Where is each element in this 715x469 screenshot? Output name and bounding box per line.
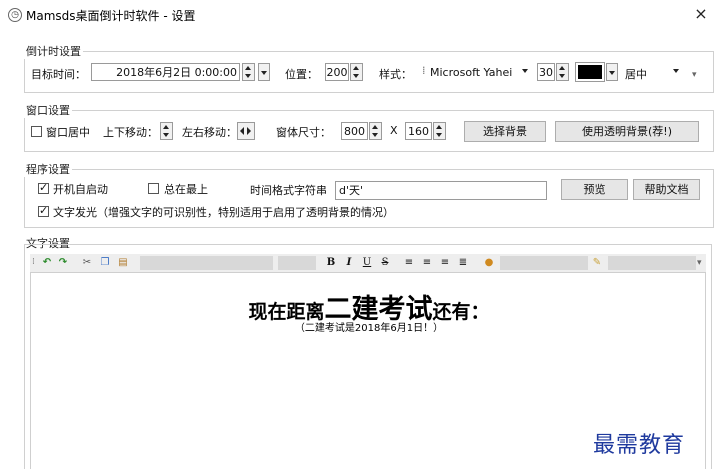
horizontal-move-button[interactable] xyxy=(237,122,255,140)
window-size-label: 窗体尺寸： xyxy=(276,126,331,139)
move-left-icon xyxy=(240,127,244,135)
italic-button[interactable]: I xyxy=(342,256,356,270)
window-title: Mamsds桌面倒计时软件 - 设置 xyxy=(26,9,196,23)
vertical-move-button[interactable] xyxy=(160,122,173,140)
target-time-label: 目标时间： xyxy=(31,68,86,81)
palette-icon[interactable]: ● xyxy=(482,256,496,270)
brush-icon[interactable]: ✎ xyxy=(590,256,604,270)
height-spinner[interactable] xyxy=(433,122,446,140)
position-label: 位置： xyxy=(285,68,318,81)
window-group-label: 窗口设置 xyxy=(24,102,72,118)
color-dropdown[interactable] xyxy=(606,63,618,81)
target-time-input[interactable]: 2018年6月2日 0:00:00 xyxy=(91,63,240,81)
bold-button[interactable]: B xyxy=(324,256,338,270)
program-group-label: 程序设置 xyxy=(24,161,72,177)
font-size-input[interactable]: 30 xyxy=(537,63,555,81)
glow-label: 文字发光（增强文字的可识别性，特别适用于启用了透明背景的情况） xyxy=(53,206,394,219)
width-spinner[interactable] xyxy=(369,122,382,140)
redo-icon[interactable]: ↷ xyxy=(56,256,70,270)
size-separator: X xyxy=(390,124,398,137)
topmost-label: 总在最上 xyxy=(164,183,208,196)
width-input[interactable]: 800 xyxy=(341,122,368,140)
underline-button[interactable]: U xyxy=(360,256,374,270)
position-spinner[interactable] xyxy=(350,63,363,81)
app-clock-icon: ◷ xyxy=(8,8,22,22)
font-grip-icon: ⁞ xyxy=(422,64,426,77)
transparent-background-button[interactable]: 使用透明背景(荐!) xyxy=(555,121,699,142)
undo-icon[interactable]: ↶ xyxy=(40,256,54,270)
font-family-box[interactable] xyxy=(140,256,273,270)
color-picker[interactable] xyxy=(575,62,605,82)
target-time-spinner[interactable] xyxy=(242,63,255,81)
autostart-checkbox[interactable] xyxy=(38,181,49,194)
target-time-dropdown[interactable] xyxy=(258,63,270,81)
horizontal-move-label: 左右移动： xyxy=(182,126,237,139)
vertical-move-label: 上下移动： xyxy=(103,126,158,139)
font-dropdown-icon[interactable] xyxy=(522,69,528,73)
countdown-subline: （二建考试是2018年6月1日！） xyxy=(294,323,444,334)
help-button[interactable]: 帮助文档 xyxy=(633,179,700,200)
watermark: 最需教育 xyxy=(593,433,686,458)
toolbar-overflow-icon[interactable]: ▾ xyxy=(692,70,697,80)
move-right-icon xyxy=(247,127,251,135)
choose-background-button[interactable]: 选择背景 xyxy=(464,121,546,142)
align-select[interactable]: 居中 xyxy=(625,66,647,82)
align-dropdown-icon[interactable] xyxy=(673,69,679,73)
countdown-group-label: 倒计时设置 xyxy=(24,43,83,59)
font-select[interactable]: Microsoft Yahei xyxy=(430,66,512,79)
close-button[interactable]: × xyxy=(690,4,712,24)
style-label: 样式： xyxy=(379,68,412,81)
font-size-spinner[interactable] xyxy=(556,63,569,81)
font-size-box[interactable] xyxy=(278,256,316,270)
highlight-color-box[interactable] xyxy=(608,256,696,270)
height-input[interactable]: 160 xyxy=(405,122,432,140)
center-window-label: 窗口居中 xyxy=(46,126,90,139)
copy-icon[interactable]: ❐ xyxy=(98,256,112,270)
toolbar-grip-icon: ⁞ xyxy=(32,257,35,267)
glow-checkbox[interactable] xyxy=(38,204,49,217)
time-format-input[interactable]: d'天' xyxy=(335,181,547,200)
text-color-box[interactable] xyxy=(500,256,588,270)
center-window-checkbox[interactable] xyxy=(31,126,42,137)
toolbar-more-icon[interactable]: ▾ xyxy=(697,258,702,268)
preview-button[interactable]: 预览 xyxy=(561,179,628,200)
align-center-icon[interactable]: ≡ xyxy=(420,256,434,270)
title-bar: ◷ Mamsds桌面倒计时软件 - 设置 × xyxy=(0,0,715,30)
align-justify-icon[interactable]: ≣ xyxy=(456,256,470,270)
editor-toolbar: ⁞ ↶ ↷ ✂ ❐ ▤ B I U S ≡ ≡ ≡ ≣ ● ✎ ▾ xyxy=(30,254,706,272)
position-input[interactable]: 200 xyxy=(325,63,349,81)
autostart-label: 开机自启动 xyxy=(53,183,108,196)
time-format-label: 时间格式字符串 xyxy=(250,184,327,197)
strikethrough-button[interactable]: S xyxy=(378,256,392,270)
topmost-checkbox[interactable] xyxy=(148,183,159,194)
paste-icon[interactable]: ▤ xyxy=(116,256,130,270)
cut-icon[interactable]: ✂ xyxy=(80,256,94,270)
align-right-icon[interactable]: ≡ xyxy=(438,256,452,270)
align-left-icon[interactable]: ≡ xyxy=(402,256,416,270)
color-swatch xyxy=(578,65,602,79)
